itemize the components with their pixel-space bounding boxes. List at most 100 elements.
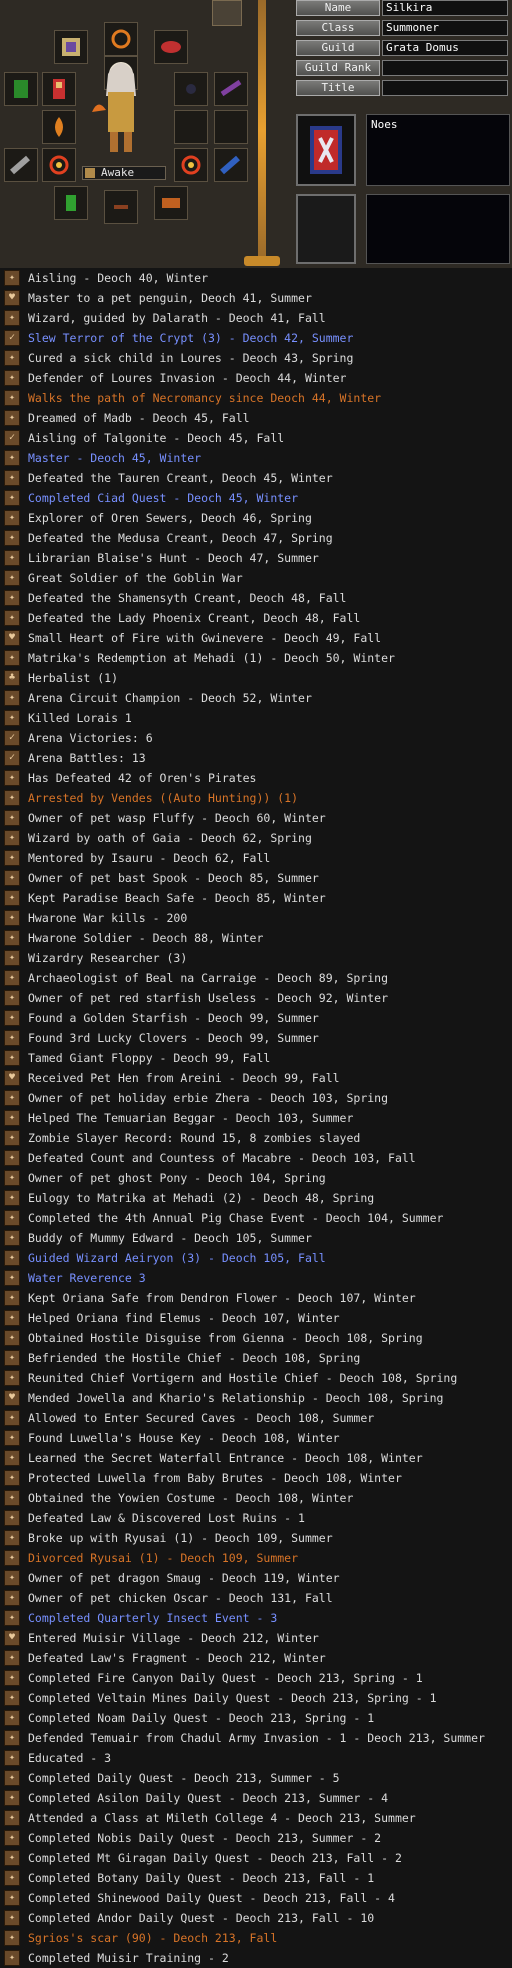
empty-slot-icon[interactable]: [214, 110, 248, 144]
legend-row: ✦ Eulogy to Matrika at Mehadi (2) - Deoch…: [0, 1188, 512, 1208]
legend-icon: ✦: [4, 1250, 20, 1266]
legend-row: ✦ Helped The Temuarian Beggar - Deoch 103…: [0, 1108, 512, 1128]
legend-row: ♣ Herbalist (1): [0, 668, 512, 688]
legend-icon: ✦: [4, 1490, 20, 1506]
legend-row: ✦ Obtained Hostile Disguise from Gienna -…: [0, 1328, 512, 1348]
legend-icon: ✦: [4, 1130, 20, 1146]
ring-left-slot-icon[interactable]: [42, 148, 76, 182]
belt-slot-icon[interactable]: [214, 72, 248, 106]
legend-icon: ✦: [4, 1350, 20, 1366]
legend-row: ✦ Broke up with Ryusai (1) - Deoch 109, S…: [0, 1528, 512, 1548]
legend-text: Entered Muisir Village - Deoch 212, Wint…: [28, 1631, 319, 1645]
character-panel: Awake Name Silkira Class Summoner Guild …: [0, 0, 512, 268]
character-sprite: [86, 52, 156, 156]
legend-row: ✦ Defeated Law & Discovered Lost Ruins - …: [0, 1508, 512, 1528]
legend-row: ✦ Great Soldier of the Goblin War: [0, 568, 512, 588]
legend-text: Found Luwella's House Key - Deoch 108, W…: [28, 1431, 340, 1445]
legend-text: Defeated the Lady Phoenix Creant, Deoch …: [28, 611, 361, 625]
legend-row: ✦ Completed Mt Giragan Daily Quest - Deoc…: [0, 1848, 512, 1868]
ring-slot-icon[interactable]: [104, 22, 138, 56]
legend-text: Guided Wizard Aeiryon (3) - Deoch 105, F…: [28, 1251, 326, 1265]
check-icon: ✓: [4, 750, 20, 766]
legend-text: Found a Golden Starfish - Deoch 99, Summ…: [28, 1011, 319, 1025]
legend-icon: ✦: [4, 1090, 20, 1106]
legend-row: ✦ Owner of pet chicken Oscar - Deoch 131,…: [0, 1588, 512, 1608]
legend-row: ✦ Found Luwella's House Key - Deoch 108, …: [0, 1428, 512, 1448]
gauntlet-slot-icon[interactable]: [214, 148, 248, 182]
legend-text: Completed Andor Daily Quest - Deoch 213,…: [28, 1911, 375, 1925]
legend-row: ✦ Defeated the Tauren Creant, Deoch 45, W…: [0, 468, 512, 488]
legend-row: ✓ Arena Battles: 13: [0, 748, 512, 768]
weapon-slot-icon[interactable]: [42, 110, 76, 144]
legend-row: ✦ Water Reverence 3: [0, 1268, 512, 1288]
empty-slot-icon[interactable]: [174, 110, 208, 144]
profile-description[interactable]: Noes: [366, 114, 510, 186]
legend-text: Received Pet Hen from Areini - Deoch 99,…: [28, 1071, 340, 1085]
legend-icon: ✦: [4, 1370, 20, 1386]
legend-icon: ✦: [4, 1950, 20, 1966]
legend-icon: ✦: [4, 1050, 20, 1066]
portrait-slot[interactable]: [296, 194, 356, 264]
status-indicator: Awake: [82, 166, 166, 180]
check-icon: ✓: [4, 430, 20, 446]
legend-row: ✦ Defeated the Shamensyth Creant, Deoch 4…: [0, 588, 512, 608]
legend-text: Buddy of Mummy Edward - Deoch 105, Summe…: [28, 1231, 312, 1245]
legend-row: ✦ Owner of pet dragon Smaug - Deoch 119, …: [0, 1568, 512, 1588]
divider-post: [258, 0, 266, 262]
earring-slot-icon[interactable]: [4, 72, 38, 106]
legend-row: ✦ Befriended the Hostile Chief - Deoch 10…: [0, 1348, 512, 1368]
legend-text: Slew Terror of the Crypt (3) - Deoch 42,…: [28, 331, 354, 345]
profile-text: Noes: [371, 118, 398, 131]
legend-text: Owner of pet wasp Fluffy - Deoch 60, Win…: [28, 811, 326, 825]
legend-text: Arrested by Vendes ((Auto Hunting)) (1): [28, 791, 299, 805]
helmet-slot-icon[interactable]: [54, 30, 88, 64]
legend-text: Mentored by Isauru - Deoch 62, Fall: [28, 851, 271, 865]
gauntlet-slot-icon[interactable]: [4, 148, 38, 182]
legend-row: ♥ Master to a pet penguin, Deoch 41, Summ…: [0, 288, 512, 308]
legend-row: ✦ Completed Muisir Training - 2: [0, 1948, 512, 1968]
legend-icon: ✦: [4, 1810, 20, 1826]
legend-text: Found 3rd Lucky Clovers - Deoch 99, Summ…: [28, 1031, 319, 1045]
accessory-slot-icon[interactable]: [104, 190, 138, 224]
legend-row: ✦ Found a Golden Starfish - Deoch 99, Sum…: [0, 1008, 512, 1028]
legend-text: Helped The Temuarian Beggar - Deoch 103,…: [28, 1111, 354, 1125]
overcoat-slot-icon[interactable]: [154, 186, 188, 220]
legend-text: Obtained the Yowien Costume - Deoch 108,…: [28, 1491, 354, 1505]
legend-icon: ✦: [4, 1730, 20, 1746]
legend-icon: ✦: [4, 1870, 20, 1886]
boots-slot-icon[interactable]: [54, 186, 88, 220]
legend-text: Arena Victories: 6: [28, 731, 153, 745]
heart-icon: ♥: [4, 1390, 20, 1406]
portrait-text-box[interactable]: [366, 194, 510, 264]
ring-right-slot-icon[interactable]: [174, 148, 208, 182]
legend-text: Explorer of Oren Sewers, Deoch 46, Sprin…: [28, 511, 312, 525]
legend-icon: ✦: [4, 1650, 20, 1666]
name-value: Silkira: [382, 0, 508, 16]
legend-row: ✦ Wizard, guided by Dalarath - Deoch 41, …: [0, 308, 512, 328]
gem-slot-icon[interactable]: [174, 72, 208, 106]
legend-icon: ✦: [4, 1210, 20, 1226]
legend-text: Owner of pet red starfish Useless - Deoc…: [28, 991, 389, 1005]
legend-icon: ✦: [4, 1410, 20, 1426]
armor-slot-icon[interactable]: [42, 72, 76, 106]
legend-text: Completed Fire Canyon Daily Quest - Deoc…: [28, 1671, 423, 1685]
legend-text: Dreamed of Madb - Deoch 45, Fall: [28, 411, 250, 425]
paperdoll-button[interactable]: [212, 0, 242, 26]
legend-text: Educated - 3: [28, 1751, 112, 1765]
legend-icon: ✦: [4, 1450, 20, 1466]
legend-icon: ✦: [4, 310, 20, 326]
legend-text: Divorced Ryusai (1) - Deoch 109, Summer: [28, 1551, 299, 1565]
legend-icon: ✦: [4, 1550, 20, 1566]
check-icon: ✓: [4, 330, 20, 346]
legend-row: ✦ Completed Shinewood Daily Quest - Deoch…: [0, 1888, 512, 1908]
legend-text: Wizardry Researcher (3): [28, 951, 188, 965]
legend-marks-list: ✦ Aisling - Deoch 40, Winter ♥ Master to a …: [0, 268, 512, 1968]
legend-row: ✦ Completed Quarterly Insect Event - 3: [0, 1608, 512, 1628]
legend-text: Completed Nobis Daily Quest - Deoch 213,…: [28, 1831, 382, 1845]
legend-icon: ✦: [4, 830, 20, 846]
legend-icon: ✦: [4, 1710, 20, 1726]
legend-row: ✦ Hwarone War kills - 200: [0, 908, 512, 928]
legend-text: Herbalist (1): [28, 671, 119, 685]
legend-text: Great Soldier of the Goblin War: [28, 571, 243, 585]
shield-slot-icon[interactable]: [154, 30, 188, 64]
